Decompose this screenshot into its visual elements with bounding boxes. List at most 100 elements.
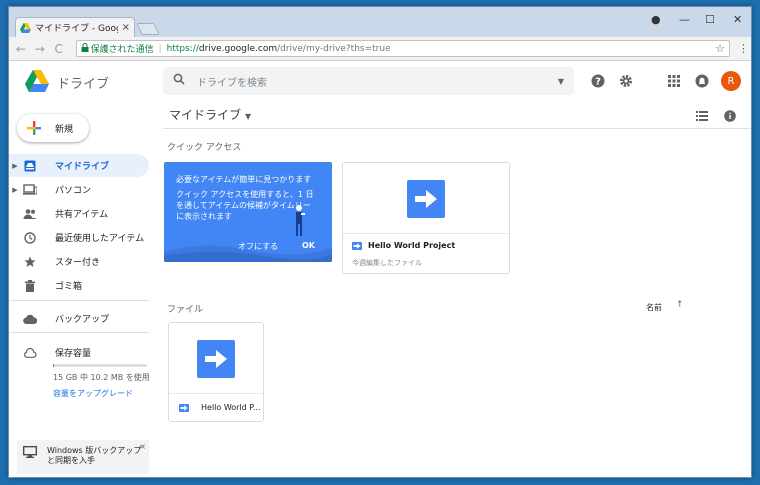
browser-toolbar: ← → C 保護された通信 | https:// drive.google.co… (9, 37, 751, 61)
file-name: Hello World P... (201, 403, 261, 412)
sidebar-item-label: パソコン (55, 186, 92, 196)
search-options-icon[interactable]: ▼ (558, 77, 564, 86)
browser-window: マイドライブ - Google ドライブ × ● — ☐ ✕ ← → C 保護さ… (8, 6, 752, 478)
files-section-label: ファイル (167, 305, 204, 315)
apps-grid-icon[interactable] (667, 74, 681, 88)
file-type-icon (352, 241, 362, 250)
quick-access-file-card[interactable]: Hello World Project 今週編集したファイル (342, 162, 510, 274)
close-window-button[interactable]: ✕ (733, 13, 742, 26)
breadcrumb[interactable]: マイドライブ ▼ (169, 106, 251, 123)
sidebar-item-computers[interactable]: ▶ パソコン (9, 178, 149, 201)
minimize-button[interactable]: — (679, 13, 690, 26)
quick-access-label: クイック アクセス (167, 143, 242, 153)
search-placeholder: ドライブを検索 (197, 77, 267, 89)
upgrade-storage-link[interactable]: 容量をアップグレード (53, 388, 133, 399)
new-tab-button[interactable] (136, 23, 160, 35)
expand-arrow-icon[interactable]: ▶ (9, 186, 21, 194)
promo-turn-off-button[interactable]: オフにする (238, 241, 278, 252)
apps-script-arrow-icon (407, 180, 445, 218)
close-promo-icon[interactable]: × (139, 442, 146, 452)
file-card-footer: Hello World Project 今週編集したファイル (343, 233, 509, 273)
app-name[interactable]: ドライブ (57, 73, 109, 92)
sidebar-item-my-drive[interactable]: ▶ マイドライブ (9, 154, 149, 177)
drive-favicon-icon (20, 22, 31, 33)
quick-access-promo-card: 必要なアイテムが簡単に見つかります クイック アクセスを使用すると、1 日を通し… (164, 162, 332, 262)
new-button[interactable]: 新規 (17, 114, 89, 142)
monitor-icon (23, 446, 37, 458)
apps-script-arrow-icon (197, 340, 235, 378)
sidebar-item-starred[interactable]: スター付き (9, 250, 149, 273)
file-thumbnail (169, 323, 263, 395)
browser-menu-icon[interactable]: ⋮ (738, 42, 749, 55)
file-card[interactable]: Hello World P... (168, 322, 264, 422)
cloud-icon (23, 312, 37, 326)
svg-text:?: ? (595, 77, 601, 88)
sidebar-divider (9, 300, 149, 301)
promo-ok-button[interactable]: OK (302, 241, 315, 250)
settings-gear-icon[interactable] (619, 74, 633, 88)
file-thumbnail (343, 163, 509, 235)
sort-by-name-label[interactable]: 名前 (646, 302, 662, 313)
bookmark-star-icon[interactable]: ☆ (715, 42, 725, 55)
account-icon[interactable]: ● (651, 13, 661, 26)
info-icon[interactable] (724, 110, 736, 122)
storage-label: 保存容量 (55, 349, 92, 359)
url-scheme: https:// (166, 43, 199, 54)
file-card-footer: Hello World P... (169, 393, 263, 421)
backup-promo-text: Windows 版バックアップ と同期を入手 (47, 446, 141, 466)
backup-promo-line2: と同期を入手 (47, 456, 95, 465)
back-button[interactable]: ← (13, 42, 29, 56)
forward-button[interactable]: → (32, 42, 48, 56)
maximize-button[interactable]: ☐ (705, 13, 715, 26)
list-view-icon[interactable] (696, 110, 708, 122)
sidebar-item-trash[interactable]: ゴミ箱 (9, 274, 149, 297)
sidebar-item-label: 共有アイテム (55, 210, 109, 220)
storage-usage-text: 15 GB 中 10.2 MB を使用 (53, 373, 150, 382)
person-illustration-icon (296, 205, 305, 236)
backup-promo-banner[interactable]: Windows 版バックアップ と同期を入手 × (17, 440, 149, 474)
chevron-down-icon: ▼ (245, 112, 252, 121)
new-button-label: 新規 (55, 124, 74, 135)
toolbar-divider (163, 128, 751, 129)
file-name: Hello World Project (368, 241, 456, 250)
account-avatar[interactable]: R (721, 71, 741, 91)
reload-button[interactable]: C (51, 42, 67, 56)
search-icon[interactable] (173, 73, 185, 89)
expand-arrow-icon[interactable]: ▶ (9, 162, 21, 170)
search-box[interactable]: ドライブを検索 ▼ (163, 67, 574, 95)
lock-icon (81, 42, 89, 55)
sidebar-item-shared[interactable]: 共有アイテム (9, 202, 149, 225)
sidebar-item-backup[interactable]: バックアップ (9, 307, 149, 330)
trash-icon (23, 279, 37, 293)
sidebar-item-label: 最近使用したアイテム (55, 234, 145, 244)
drive-logo-icon[interactable] (25, 70, 49, 92)
sort-direction-icon[interactable]: ↑ (676, 300, 684, 310)
sidebar-divider (9, 332, 149, 333)
clock-icon (23, 231, 37, 245)
plus-icon (27, 121, 41, 135)
address-separator: | (158, 43, 162, 54)
breadcrumb-label: マイドライブ (169, 108, 242, 122)
backup-promo-line1: Windows 版バックアップ (47, 446, 142, 455)
sidebar-item-label: マイドライブ (55, 162, 110, 172)
tab-strip: マイドライブ - Google ドライブ × ● — ☐ ✕ (9, 7, 751, 37)
tab-title: マイドライブ - Google ドライブ (35, 24, 118, 34)
browser-tab[interactable]: マイドライブ - Google ドライブ × (15, 17, 135, 37)
promo-card-title: 必要なアイテムが簡単に見つかります (176, 175, 312, 184)
storage-progress-bar (53, 364, 147, 367)
url-path: /drive/my-drive?ths=true (277, 43, 391, 54)
app-header: ドライブ ドライブを検索 ▼ ? R (9, 62, 751, 102)
sidebar-item-label: バックアップ (55, 315, 110, 325)
notifications-icon[interactable] (695, 74, 709, 88)
file-type-icon (179, 403, 189, 412)
sidebar-item-recent[interactable]: 最近使用したアイテム (9, 226, 149, 249)
sidebar-item-storage[interactable]: 保存容量 (9, 341, 149, 364)
help-icon[interactable]: ? (591, 74, 605, 88)
address-bar[interactable]: 保護された通信 | https:// drive.google.com /dri… (75, 40, 730, 57)
tab-close-icon[interactable]: × (122, 22, 130, 33)
sidebar-item-label: スター付き (55, 258, 101, 268)
star-icon (23, 255, 37, 269)
my-drive-icon (23, 159, 37, 173)
url-host: drive.google.com (198, 43, 278, 54)
drive-app: ドライブ ドライブを検索 ▼ ? R 新規 ▶ マイドライブ ▶ パソコン 共有… (9, 62, 751, 477)
